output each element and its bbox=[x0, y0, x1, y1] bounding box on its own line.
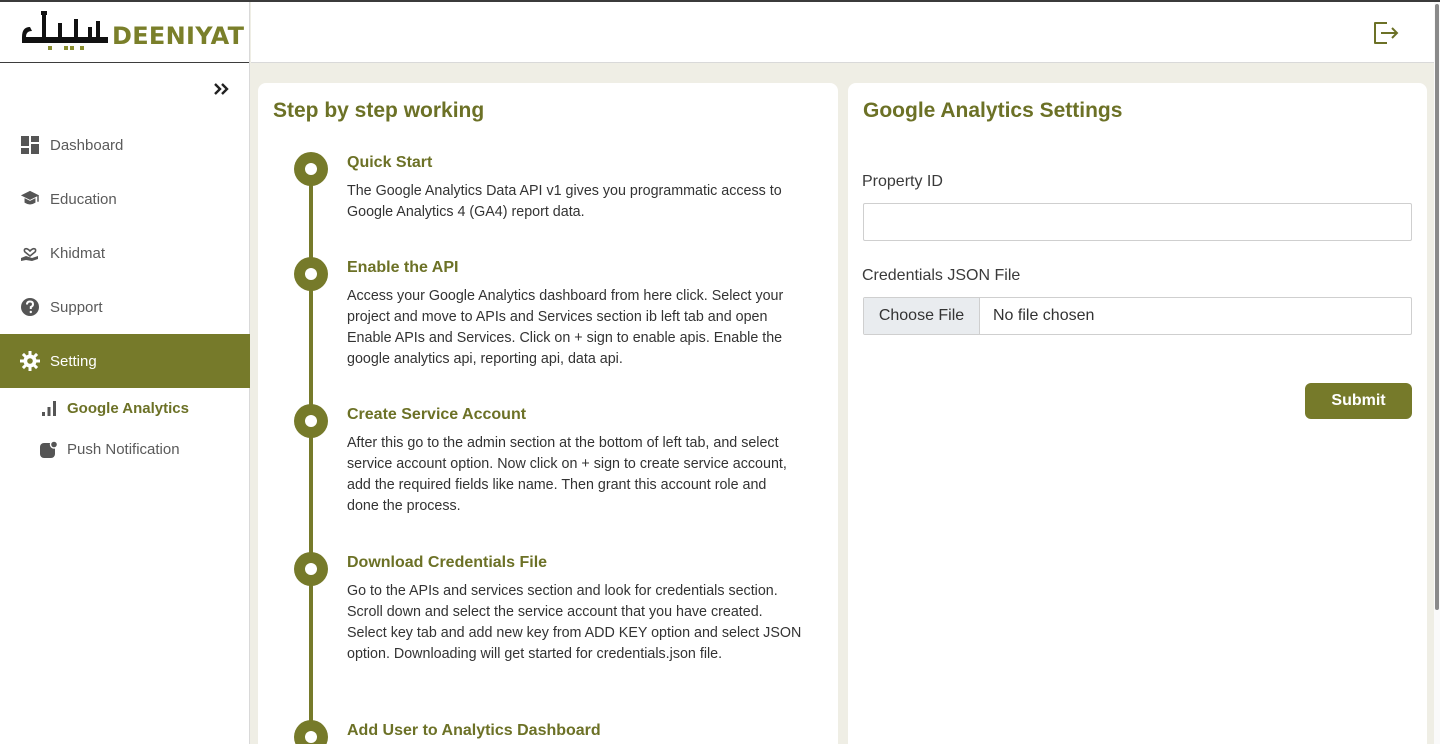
choose-file-button[interactable]: Choose File bbox=[864, 298, 980, 334]
step-text: Go to the APIs and services section and … bbox=[347, 583, 802, 662]
question-icon bbox=[20, 297, 40, 317]
notification-icon bbox=[40, 440, 58, 459]
sidebar-subitem-label: Google Analytics bbox=[67, 400, 189, 417]
sidebar-subitem-label: Push Notification bbox=[67, 441, 180, 458]
timeline-line bbox=[309, 169, 313, 744]
step-title: Download Credentials File bbox=[347, 554, 548, 571]
sidebar-item-label: Support bbox=[50, 298, 103, 316]
sidebar-item-education[interactable]: Education bbox=[0, 172, 250, 226]
sidebar-item-label: Khidmat bbox=[50, 244, 106, 262]
timeline-dot-icon bbox=[294, 552, 328, 586]
step-title: Quick Start bbox=[347, 154, 433, 171]
sidebar-subitem-push-notification[interactable]: Push Notification bbox=[0, 429, 250, 470]
settings-card-title: Google Analytics Settings bbox=[863, 99, 1123, 122]
property-id-label: Property ID bbox=[862, 173, 943, 190]
logo[interactable]: DEENIYAT bbox=[0, 2, 249, 63]
sidebar-item-support[interactable]: Support bbox=[0, 280, 250, 334]
step-text: After this go to the admin section at th… bbox=[347, 435, 787, 514]
sidebar: DEENIYAT Dashboard Education Khidmat Sup… bbox=[0, 2, 250, 744]
timeline-dot-icon bbox=[294, 152, 328, 186]
gear-icon bbox=[20, 351, 40, 371]
step-title: Add User to Analytics Dashboard bbox=[347, 722, 601, 739]
step-title: Create Service Account bbox=[347, 406, 527, 423]
scrollbar-thumb[interactable] bbox=[1435, 4, 1439, 610]
logout-icon bbox=[1374, 22, 1399, 44]
submit-button[interactable]: Submit bbox=[1305, 383, 1412, 419]
steps-card: Step by step working Quick Start The Goo… bbox=[258, 83, 838, 744]
brand-name: DEENIYAT bbox=[112, 22, 245, 50]
sidebar-subitem-google-analytics[interactable]: Google Analytics bbox=[0, 388, 250, 429]
page-scrollbar[interactable] bbox=[1434, 2, 1440, 744]
sidebar-item-khidmat[interactable]: Khidmat bbox=[0, 226, 250, 280]
credentials-file-input[interactable]: Choose File No file chosen bbox=[863, 297, 1412, 335]
sidebar-item-dashboard[interactable]: Dashboard bbox=[0, 118, 250, 172]
steps-card-title: Step by step working bbox=[273, 99, 485, 122]
credentials-label: Credentials JSON File bbox=[862, 267, 1021, 284]
bar-chart-icon bbox=[40, 400, 58, 418]
file-status: No file chosen bbox=[993, 307, 1095, 324]
step-title: Enable the API bbox=[347, 259, 459, 276]
sidebar-item-label: Setting bbox=[50, 352, 97, 370]
sidebar-nav: Dashboard Education Khidmat Support Sett… bbox=[0, 118, 250, 470]
double-chevron-right-icon bbox=[214, 83, 229, 95]
graduation-icon bbox=[20, 189, 40, 209]
timeline-dot-icon bbox=[294, 257, 328, 291]
property-id-input[interactable] bbox=[863, 203, 1412, 241]
sidebar-item-label: Education bbox=[50, 190, 117, 208]
logout-button[interactable] bbox=[1372, 20, 1400, 46]
sidebar-item-setting[interactable]: Setting bbox=[0, 334, 250, 388]
collapse-sidebar-button[interactable] bbox=[213, 82, 231, 101]
hand-heart-icon bbox=[20, 243, 40, 263]
logo-mark-icon bbox=[22, 11, 108, 50]
step-text: Access your Google Analytics dashboard f… bbox=[347, 288, 784, 367]
timeline-dot-icon bbox=[294, 720, 328, 744]
dashboard-icon bbox=[20, 135, 40, 155]
step-text: The Google Analytics Data API v1 gives y… bbox=[347, 183, 782, 220]
timeline-dot-icon bbox=[294, 404, 328, 438]
settings-card: Google Analytics Settings Property ID Cr… bbox=[848, 83, 1427, 744]
sidebar-item-label: Dashboard bbox=[50, 136, 124, 154]
topbar bbox=[251, 2, 1434, 63]
